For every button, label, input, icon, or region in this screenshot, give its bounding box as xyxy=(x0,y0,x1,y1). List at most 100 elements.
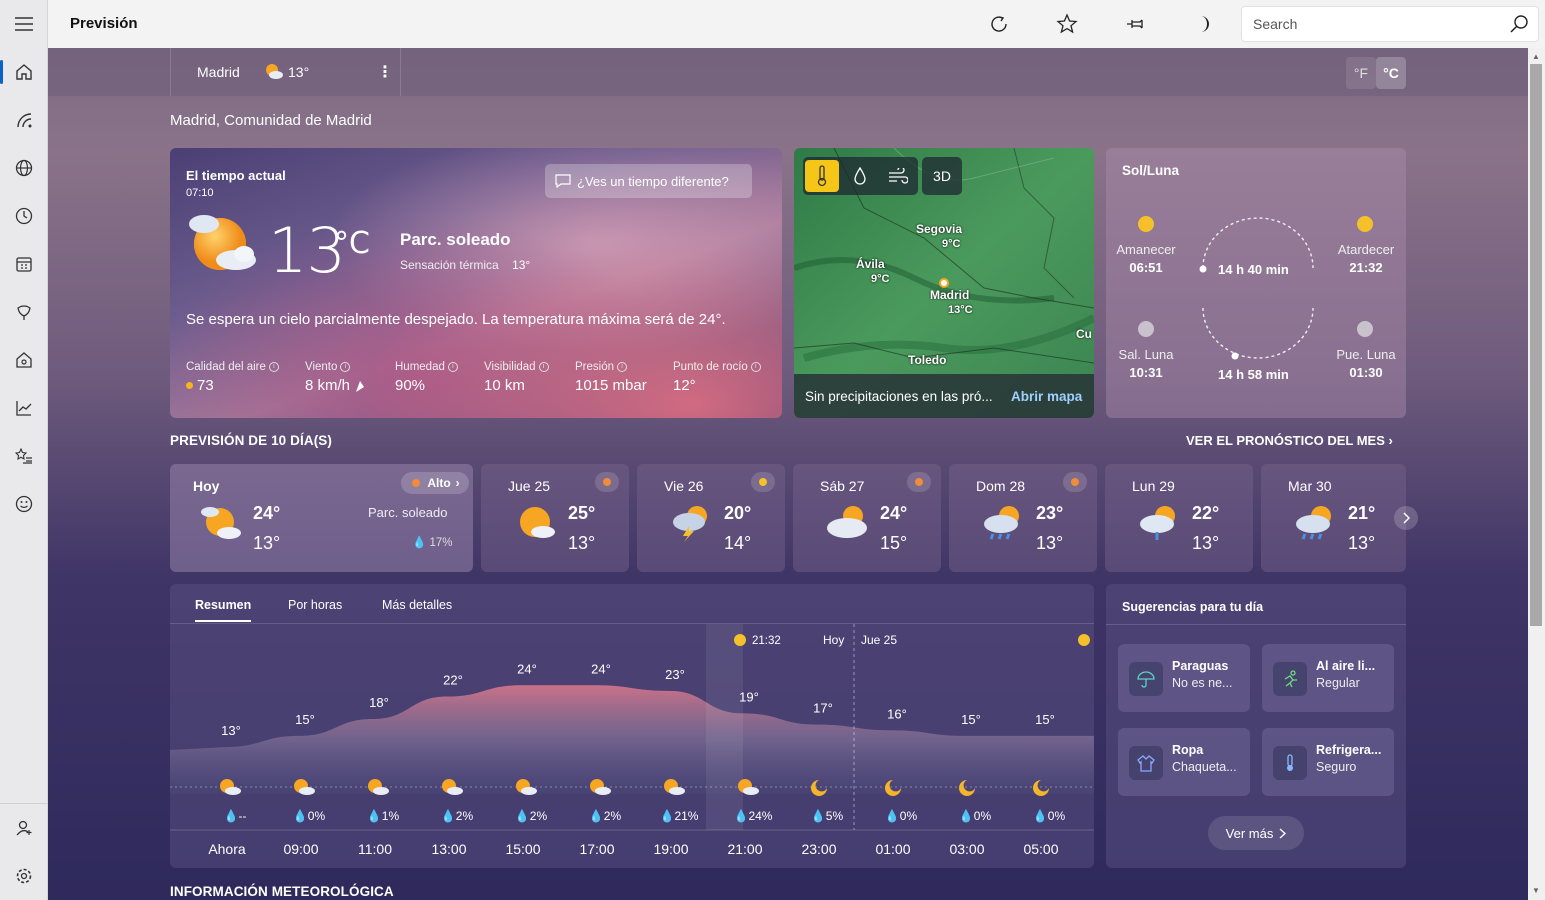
app-title: Previsión xyxy=(70,15,138,32)
temp-label: 15° xyxy=(295,712,315,727)
map-3d-button[interactable]: 3D xyxy=(922,157,962,195)
day-card[interactable]: Lun 29 22° 13° xyxy=(1105,464,1253,572)
celsius-toggle[interactable]: °C xyxy=(1376,57,1406,89)
metric-humidity[interactable]: Humedad i 90% xyxy=(395,361,458,394)
uv-alert-icon[interactable] xyxy=(907,472,931,492)
suggestion-clothing[interactable]: Ropa Chaqueta... xyxy=(1118,728,1250,796)
uv-alert-icon[interactable] xyxy=(751,472,775,492)
precipitation-layer-icon[interactable] xyxy=(843,160,877,192)
info-icon[interactable]: i xyxy=(617,362,627,372)
refresh-icon[interactable] xyxy=(987,12,1011,36)
suggestion-umbrella[interactable]: Paraguas No es ne... xyxy=(1118,644,1250,712)
temperature-area-chart[interactable]: 21:32 Hoy Jue 25 13° 💧-- Ahora 15° 💧0% 09:00 18° 💧… xyxy=(170,624,1094,868)
different-weather-label: ¿Ves un tiempo diferente? xyxy=(577,173,729,189)
info-icon[interactable]: i xyxy=(538,362,549,372)
sun-moon-card: Sol/Luna Amanecer 06:51 Atardecer 21:32 … xyxy=(1106,148,1406,418)
day-card[interactable]: Vie 26 20° 14° xyxy=(637,464,785,572)
alert-badge[interactable]: Alto › xyxy=(401,472,469,494)
account-icon[interactable] xyxy=(12,816,36,840)
search-input[interactable] xyxy=(1253,16,1493,32)
scrollbar-thumb[interactable] xyxy=(1530,64,1542,626)
metric-label: Visibilidad xyxy=(484,361,536,373)
info-icon[interactable]: i xyxy=(447,362,458,372)
tab-hourly[interactable]: Por horas xyxy=(288,598,342,612)
top-bar: Previsión xyxy=(48,0,1545,48)
time-label: 11:00 xyxy=(358,841,392,857)
tab-details[interactable]: Más detalles xyxy=(382,598,452,612)
temp-label: 17° xyxy=(813,701,833,716)
hourly-chart-panel: Resumen Por horas Más detalles 21:32 Hoy J… xyxy=(170,584,1094,868)
location-tab-madrid[interactable]: Madrid 13° ⋮ xyxy=(170,48,401,96)
hamburger-menu-icon[interactable] xyxy=(12,12,36,36)
tab-summary[interactable]: Resumen xyxy=(195,598,252,622)
vertical-scrollbar[interactable]: ▲ ▼ xyxy=(1528,48,1545,900)
feedback-smile-icon[interactable] xyxy=(12,492,36,516)
favorites-list-icon[interactable] xyxy=(12,444,36,468)
pin-icon[interactable] xyxy=(1123,12,1147,36)
day-card-today[interactable]: Hoy Alto › 24° 13° Parc. soleado 💧 17% xyxy=(170,464,473,572)
allergy-icon[interactable] xyxy=(12,300,36,324)
metric-dew-point[interactable]: Punto de rocío i 12° xyxy=(673,361,761,394)
suggestion-outdoors[interactable]: Al aire li... Regular xyxy=(1262,644,1394,712)
suggestion-sub: No es ne... xyxy=(1172,676,1233,690)
map-city-label: Segovia xyxy=(916,222,963,236)
uv-alert-icon[interactable] xyxy=(1063,472,1087,492)
sunset-icon xyxy=(734,634,746,646)
weather-map-card[interactable]: 3D Segovia 9°C Ávila 9°C Madrid 13°C Tol… xyxy=(794,148,1094,418)
history-icon[interactable] xyxy=(12,204,36,228)
day-high: 25° xyxy=(568,503,596,523)
see-more-button[interactable]: Ver más xyxy=(1208,816,1304,850)
fahrenheit-toggle[interactable]: °F xyxy=(1346,57,1376,89)
settings-gear-icon[interactable] xyxy=(12,864,36,888)
temperature-layer-icon[interactable] xyxy=(805,160,839,192)
next-days-chevron-icon[interactable] xyxy=(1394,506,1418,530)
forecast-icon[interactable] xyxy=(12,108,36,132)
tomorrow-marker-label: Jue 25 xyxy=(861,633,897,647)
scroll-up-icon[interactable]: ▲ xyxy=(1532,52,1540,61)
uv-alert-icon[interactable] xyxy=(595,472,619,492)
dark-mode-moon-icon[interactable] xyxy=(1191,12,1215,36)
globe-icon[interactable] xyxy=(12,156,36,180)
search-box[interactable] xyxy=(1241,6,1539,42)
map-city-label: Madrid xyxy=(930,288,970,302)
day-name: Lun 29 xyxy=(1132,478,1175,494)
cloud-icon xyxy=(521,787,537,795)
suggestion-title: Al aire li... xyxy=(1316,659,1376,673)
cloud-icon xyxy=(447,787,463,795)
metric-pressure[interactable]: Presión i 1015 mbar xyxy=(575,361,647,394)
day-card[interactable]: Sáb 27 24° 15° xyxy=(793,464,941,572)
metric-visibility[interactable]: Visibilidad i 10 km xyxy=(484,361,549,394)
life-index-icon[interactable] xyxy=(12,348,36,372)
different-weather-button[interactable]: ¿Ves un tiempo diferente? xyxy=(545,164,752,198)
suggestion-cooling[interactable]: Refrigera... Seguro xyxy=(1262,728,1394,796)
suggestions-card: Sugerencias para tu día Paraguas No es n… xyxy=(1106,584,1406,868)
day-low: 13° xyxy=(253,533,281,553)
info-icon[interactable]: i xyxy=(268,362,279,372)
info-icon[interactable]: i xyxy=(750,362,761,372)
home-icon[interactable] xyxy=(12,60,36,84)
month-forecast-link[interactable]: VER EL PRONÓSTICO DEL MES › xyxy=(1186,433,1393,448)
metric-label: Presión xyxy=(575,361,614,373)
trends-icon[interactable] xyxy=(12,396,36,420)
day-card[interactable]: Mar 30 21° 13° xyxy=(1261,464,1406,572)
day-low: 13° xyxy=(568,533,596,553)
more-options-icon[interactable]: ⋮ xyxy=(377,62,393,82)
time-label: 23:00 xyxy=(801,841,836,857)
metric-wind[interactable]: Viento i 8 km/h xyxy=(305,361,366,394)
suggestion-sub: Seguro xyxy=(1316,760,1357,774)
scroll-down-icon[interactable]: ▼ xyxy=(1532,886,1540,895)
rail-separator xyxy=(0,803,48,804)
info-icon[interactable]: i xyxy=(340,362,351,372)
moonset: Pue. Luna 01:30 xyxy=(1332,347,1400,380)
current-temp-unit: °C xyxy=(334,226,370,261)
metric-air-quality[interactable]: Calidad del aire i 73 xyxy=(186,361,279,394)
search-icon[interactable] xyxy=(1508,13,1530,35)
open-map-link[interactable]: Abrir mapa xyxy=(1011,389,1082,404)
wind-layer-icon[interactable] xyxy=(881,160,915,192)
favorite-star-icon[interactable] xyxy=(1055,12,1079,36)
metric-value: 90% xyxy=(395,377,426,394)
calendar-icon[interactable] xyxy=(12,252,36,276)
day-card[interactable]: Dom 28 23° 13° xyxy=(949,464,1097,572)
day-card[interactable]: Jue 25 25° 13° xyxy=(481,464,629,572)
feels-like: Sensación térmica 13° xyxy=(400,258,530,272)
